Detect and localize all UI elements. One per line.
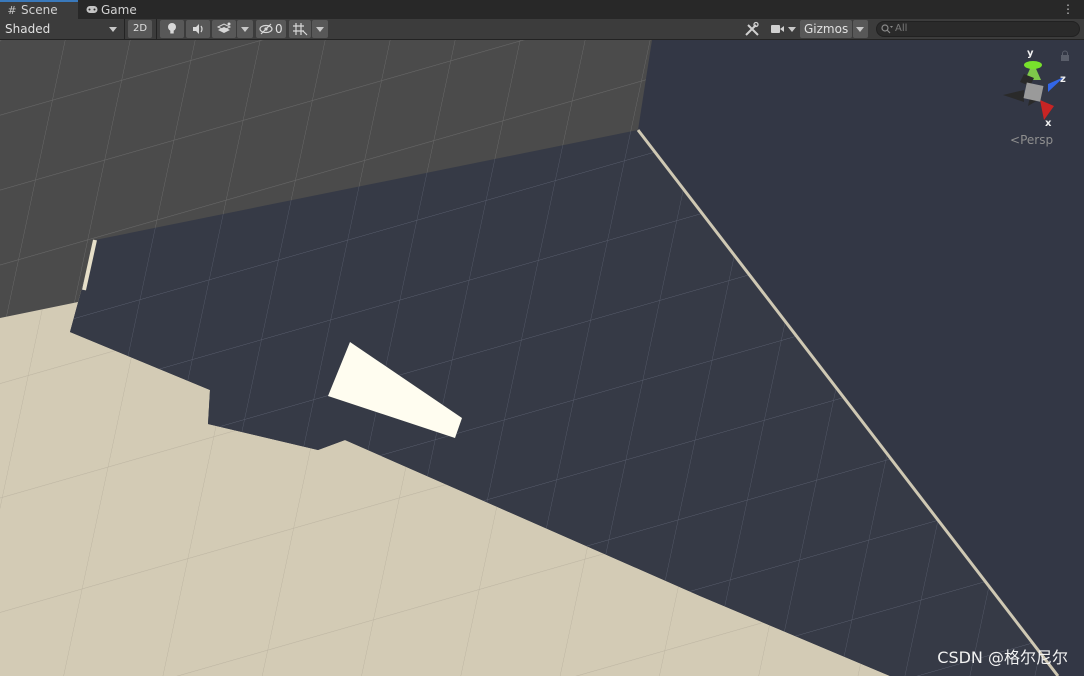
grid-snap-icon bbox=[293, 23, 308, 36]
watermark: CSDN @格尔尼尔 bbox=[937, 648, 1068, 667]
chevron-down-icon bbox=[241, 27, 249, 32]
search-icon bbox=[881, 24, 893, 34]
lighting-toggle-button[interactable] bbox=[160, 20, 184, 38]
scene-visibility-button[interactable]: 0 bbox=[256, 20, 286, 38]
light-bulb-icon bbox=[168, 23, 176, 34]
draw-mode-dropdown[interactable]: Shaded bbox=[2, 20, 122, 38]
2d-mode-button[interactable]: 2D bbox=[128, 20, 152, 38]
search-placeholder: All bbox=[895, 23, 908, 34]
wrench-icon bbox=[745, 21, 759, 36]
gizmo-z-label: z bbox=[1060, 74, 1066, 85]
search-input[interactable]: All bbox=[876, 21, 1080, 37]
projection-label: Persp bbox=[1020, 133, 1054, 147]
chevron-down-icon bbox=[856, 27, 864, 32]
chevron-down-icon bbox=[109, 27, 117, 32]
divider bbox=[156, 19, 157, 39]
chevron-down-icon bbox=[316, 27, 324, 32]
gizmo-x-label: x bbox=[1045, 118, 1052, 129]
grid-toggle-button[interactable] bbox=[289, 20, 311, 38]
camera-icon bbox=[771, 25, 784, 33]
gamepad-icon bbox=[86, 1, 98, 21]
gizmos-dropdown-button[interactable] bbox=[853, 20, 868, 38]
tools-button[interactable] bbox=[740, 20, 764, 38]
more-options-icon[interactable]: ⋮ bbox=[1062, 0, 1074, 18]
eye-slash-icon bbox=[259, 23, 273, 35]
tab-scene-label: Scene bbox=[21, 3, 58, 17]
scene-toolbar: Shaded 2D 0 Gizmos All bbox=[0, 19, 1084, 40]
projection-toggle[interactable]: <Persp bbox=[1010, 133, 1053, 147]
tab-game-label: Game bbox=[101, 3, 137, 17]
gizmos-button[interactable]: Gizmos bbox=[800, 20, 852, 38]
camera-settings-button[interactable] bbox=[766, 20, 798, 38]
draw-mode-label: Shaded bbox=[5, 22, 51, 36]
scene-viewport[interactable]: y z x <Persp CSDN @格尔尼尔 bbox=[0, 40, 1084, 676]
speaker-icon bbox=[193, 24, 203, 34]
chevron-down-icon bbox=[788, 27, 796, 32]
scene-view[interactable] bbox=[0, 40, 1084, 676]
tab-scene[interactable]: # Scene bbox=[0, 0, 78, 19]
effects-dropdown-button[interactable] bbox=[237, 20, 253, 38]
effects-toggle-button[interactable] bbox=[212, 20, 236, 38]
audio-toggle-button[interactable] bbox=[186, 20, 210, 38]
gizmo-y-cap bbox=[1024, 61, 1042, 69]
gizmo-y-label: y bbox=[1027, 48, 1034, 59]
grid-icon: # bbox=[7, 4, 17, 17]
tab-bar: # Scene Game ⋮ bbox=[0, 0, 1084, 19]
effects-icon bbox=[216, 22, 232, 33]
chevron-left-icon: < bbox=[1010, 133, 1021, 147]
hidden-objects-count: 0 bbox=[275, 22, 283, 36]
tab-game[interactable]: Game bbox=[80, 0, 150, 19]
grid-dropdown-button[interactable] bbox=[312, 20, 328, 38]
divider bbox=[124, 19, 125, 39]
